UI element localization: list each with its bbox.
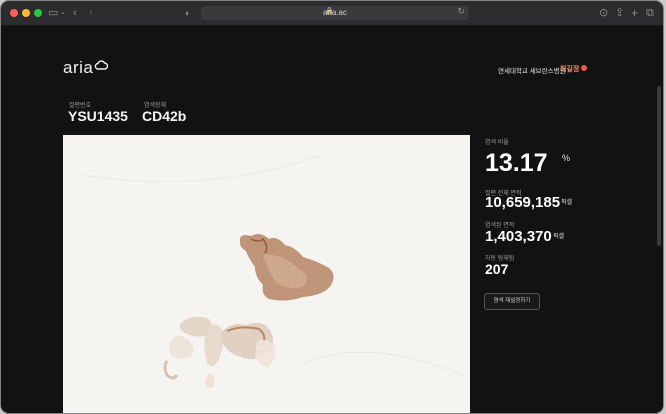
aria-logo[interactable]: aria	[63, 58, 93, 78]
marker-name: CD42b	[142, 108, 187, 124]
forward-icon[interactable]: ›	[89, 5, 93, 21]
organization-name: 연세대학교 세브란스병원	[498, 68, 566, 75]
stained-area-value: 1,403,370	[485, 228, 552, 245]
user-name[interactable]: 허길정	[560, 64, 579, 74]
sidebar-icon[interactable]: ▭	[48, 5, 58, 21]
page-content: aria 연세대학교 세브란스병원 허길정 절편번호 YSU1435 염색항체 …	[1, 26, 663, 413]
tissue-image	[82, 154, 464, 389]
close-window-button[interactable]	[10, 9, 18, 17]
minimize-window-button[interactable]	[22, 9, 30, 17]
reset-stain-button[interactable]: 염색 재설정하기	[484, 293, 540, 310]
slide-image-viewer[interactable]	[63, 135, 470, 413]
new-tab-icon[interactable]: +	[631, 5, 638, 21]
stain-ratio-value: 13.17	[485, 149, 548, 177]
tab-overview-icon[interactable]: ⧉	[646, 5, 654, 21]
address-bar[interactable]: 🔒 aria.ac ↻	[201, 6, 469, 20]
total-area-value: 10,659,185	[485, 194, 561, 211]
download-icon[interactable]: ⊙	[599, 5, 608, 21]
url-text: aria.ac	[322, 8, 347, 17]
page-scrollbar[interactable]	[657, 86, 661, 246]
slide-id: YSU1435	[68, 108, 128, 124]
privacy-shield-icon[interactable]: ◐	[185, 5, 190, 21]
share-icon[interactable]: ⇪	[615, 5, 624, 21]
stain-ratio-label: 염색 비율	[485, 140, 509, 146]
reload-icon[interactable]: ↻	[457, 6, 465, 17]
logout-icon[interactable]	[581, 65, 587, 71]
stain-ratio-unit: %	[562, 153, 571, 163]
browser-toolbar: ▭ ⌄ ‹ › ◐ 🔒 aria.ac ↻ ⊙ ⇪ + ⧉	[1, 1, 663, 26]
browser-window: ▭ ⌄ ‹ › ◐ 🔒 aria.ac ↻ ⊙ ⇪ + ⧉ aria 연세대학교…	[1, 1, 663, 413]
maximize-window-button[interactable]	[34, 9, 42, 17]
back-icon[interactable]: ‹	[73, 5, 77, 21]
chevron-down-icon[interactable]: ⌄	[60, 5, 66, 21]
total-area-unit: 픽셀	[561, 200, 573, 206]
count-value: 207	[485, 261, 509, 277]
stained-area-unit: 픽셀	[553, 234, 565, 240]
cloud-logo-icon	[94, 60, 108, 70]
